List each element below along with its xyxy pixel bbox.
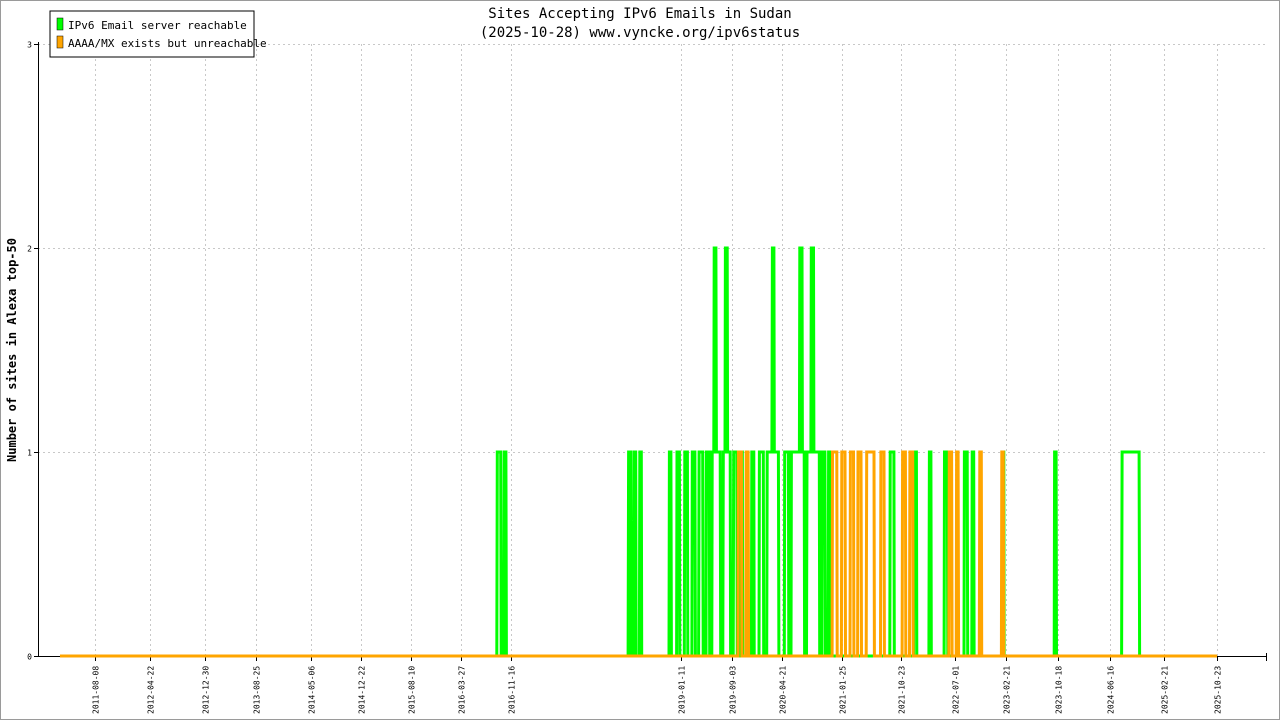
x-tick-label: 2015-08-10 <box>408 666 417 714</box>
x-tick-label: 2014-12-22 <box>358 666 367 714</box>
x-tick-label: 2023-02-21 <box>1003 666 1012 714</box>
y-tick-label: 2 <box>27 245 32 254</box>
x-tick-label: 2022-07-01 <box>952 666 961 714</box>
x-tick-label: 2025-10-23 <box>1214 666 1223 714</box>
x-tick-label: 2014-05-06 <box>308 666 317 714</box>
chart-subtitle: (2025-10-28) www.vyncke.org/ipv6status <box>480 25 800 41</box>
x-tick-label: 2013-08-25 <box>253 666 262 714</box>
legend-label-reachable: IPv6 Email server reachable <box>68 19 247 32</box>
x-tick-label: 2016-11-16 <box>508 666 517 714</box>
x-tick-label: 2019-09-03 <box>729 666 738 714</box>
chart-svg: 0 1 2 3 2011-08-08 2012-04-22 2012-12-30 2013-… <box>5 6 1267 714</box>
y-axis-title: Number of sites in Alexa top-50 <box>5 238 19 462</box>
legend-box <box>49 10 255 58</box>
y-tick-label: 0 <box>27 653 32 662</box>
axes <box>34 42 1267 661</box>
x-tick-label: 2023-10-18 <box>1055 666 1064 714</box>
y-tick-label: 1 <box>27 449 32 458</box>
x-tick-label: 2011-08-08 <box>92 666 101 714</box>
legend-swatch-reachable <box>56 17 64 31</box>
x-tick-label: 2016-03-27 <box>458 666 467 714</box>
x-tick-label: 2012-12-30 <box>202 666 211 714</box>
x-tick-label: 2019-01-11 <box>678 666 687 714</box>
legend-swatch-unreachable <box>56 35 64 49</box>
x-tick-label: 2020-04-21 <box>779 666 788 714</box>
x-tick-label: 2021-10-23 <box>898 666 907 714</box>
x-tick-labels: 2011-08-08 2012-04-22 2012-12-30 2013-08-25… <box>92 666 1223 714</box>
x-tick-label: 2024-06-16 <box>1107 666 1116 714</box>
grid <box>38 44 1266 656</box>
y-tick-labels: 0 1 2 3 <box>27 41 32 662</box>
x-tick-label: 2025-02-21 <box>1161 666 1170 714</box>
legend-label-unreachable: AAAA/MX exists but unreachable <box>68 37 267 50</box>
legend: IPv6 Email server reachable AAAA/MX exis… <box>49 10 267 58</box>
x-tick-label: 2021-01-25 <box>839 666 848 714</box>
y-tick-label: 3 <box>27 41 32 50</box>
chart-title: Sites Accepting IPv6 Emails in Sudan <box>488 6 791 22</box>
x-tick-label: 2012-04-22 <box>147 666 156 714</box>
